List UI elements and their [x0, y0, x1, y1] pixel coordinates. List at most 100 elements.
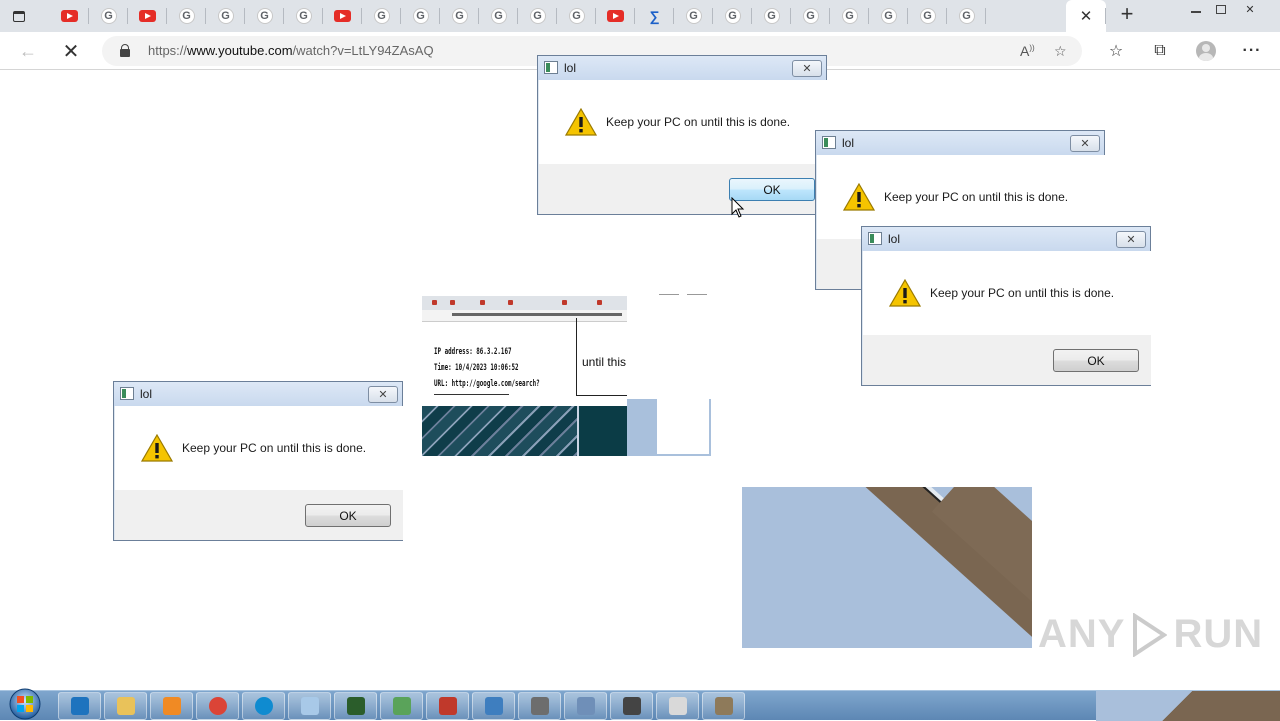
- more-menu-icon[interactable]: ···: [1240, 40, 1264, 62]
- google-icon: G: [958, 8, 975, 24]
- google-icon: G: [373, 8, 390, 24]
- taskbar-network[interactable]: [472, 692, 515, 720]
- tab-youtube[interactable]: [50, 0, 89, 32]
- message-box[interactable]: lol ✕ Keep your PC on until this is done…: [537, 55, 827, 215]
- glitch-wallpaper-fragment: [742, 487, 1032, 648]
- taskbar-app-red[interactable]: [426, 692, 469, 720]
- tab-google[interactable]: G: [947, 0, 986, 32]
- google-icon: G: [568, 8, 585, 24]
- dialog-message: Keep your PC on until this is done.: [182, 441, 367, 455]
- tab-google[interactable]: G: [557, 0, 596, 32]
- taskbar-file-explorer[interactable]: [104, 692, 147, 720]
- add-favorite-icon[interactable]: ☆: [1054, 43, 1067, 60]
- mouse-cursor-icon: [731, 197, 745, 218]
- tab-google[interactable]: G: [674, 0, 713, 32]
- tab-google[interactable]: G: [362, 0, 401, 32]
- tab-active[interactable]: ✕: [1066, 0, 1106, 32]
- taskbar-chrome[interactable]: [196, 692, 239, 720]
- tab-google[interactable]: G: [479, 0, 518, 32]
- close-button[interactable]: ✕: [368, 386, 398, 403]
- url-text[interactable]: https://www.youtube.com/watch?v=LtLY94ZA…: [148, 43, 434, 58]
- tab-youtube[interactable]: [323, 0, 362, 32]
- dialog-title: lol: [564, 61, 577, 75]
- google-icon: G: [880, 8, 897, 24]
- stop-loading-icon[interactable]: ✕: [58, 38, 84, 64]
- taskbar-tool[interactable]: [380, 692, 423, 720]
- google-icon: G: [724, 8, 741, 24]
- dialog-title: lol: [140, 387, 153, 401]
- warning-icon: [843, 183, 875, 211]
- tab-google[interactable]: G: [89, 0, 128, 32]
- taskbar-file[interactable]: [656, 692, 699, 720]
- start-button-icon[interactable]: [6, 687, 44, 721]
- tab-google[interactable]: G: [401, 0, 440, 32]
- tab-google[interactable]: G: [791, 0, 830, 32]
- ok-button[interactable]: OK: [305, 504, 391, 527]
- tab-google[interactable]: G: [713, 0, 752, 32]
- tab-google[interactable]: G: [245, 0, 284, 32]
- close-button[interactable]: ✕: [792, 60, 822, 77]
- dialog-title-bar[interactable]: lol ✕: [114, 382, 402, 406]
- tab-list: G G G G G G G G G G G ∑ G G G G G G G G: [50, 0, 986, 32]
- taskbar-edge[interactable]: [242, 692, 285, 720]
- chrome-icon: [208, 697, 227, 715]
- tab-google[interactable]: G: [830, 0, 869, 32]
- dialog-title-bar[interactable]: lol ✕: [538, 56, 826, 80]
- close-button[interactable]: ✕: [1116, 231, 1146, 248]
- tab-youtube[interactable]: [128, 0, 167, 32]
- taskbar-mouse[interactable]: [518, 692, 561, 720]
- google-icon: G: [919, 8, 936, 24]
- ok-button[interactable]: OK: [1053, 349, 1139, 372]
- tab-microsoft[interactable]: ∑: [635, 0, 674, 32]
- google-icon: G: [100, 8, 117, 24]
- close-button[interactable]: ✕: [1070, 135, 1100, 152]
- taskbar-notepad[interactable]: [288, 692, 331, 720]
- tab-google[interactable]: G: [206, 0, 245, 32]
- google-icon: G: [490, 8, 507, 24]
- taskbar: [0, 687, 1280, 721]
- document-icon: [576, 697, 595, 715]
- close-tab-icon[interactable]: ✕: [1080, 7, 1093, 25]
- back-arrow-icon[interactable]: ←: [15, 38, 41, 64]
- play-icon: [1133, 612, 1168, 657]
- dialog-title-bar[interactable]: lol ✕: [862, 227, 1150, 251]
- glitch-text: until this: [582, 355, 627, 369]
- message-box[interactable]: lol ✕ Keep your PC on until this is done…: [861, 226, 1151, 386]
- tab-google[interactable]: G: [908, 0, 947, 32]
- tab-google[interactable]: G: [752, 0, 791, 32]
- google-icon: G: [685, 8, 702, 24]
- tab-google[interactable]: G: [284, 0, 323, 32]
- taskbar-terminal[interactable]: [334, 692, 377, 720]
- tab-youtube[interactable]: [596, 0, 635, 32]
- tab-google[interactable]: G: [869, 0, 908, 32]
- file-explorer-icon: [116, 697, 135, 715]
- new-tab-button[interactable]: +: [1116, 3, 1138, 27]
- network-icon: [484, 697, 503, 715]
- taskbar-calculator[interactable]: [610, 692, 653, 720]
- tab-google[interactable]: G: [518, 0, 557, 32]
- profile-avatar[interactable]: [1194, 40, 1218, 62]
- lock-icon[interactable]: [120, 44, 130, 57]
- read-aloud-icon[interactable]: A)): [1020, 43, 1035, 59]
- restore-button[interactable]: [1208, 0, 1234, 18]
- tab-google[interactable]: G: [167, 0, 206, 32]
- tab-google[interactable]: G: [440, 0, 479, 32]
- taskbar-media-player[interactable]: [150, 692, 193, 720]
- dialog-title-bar[interactable]: lol ✕: [816, 131, 1104, 155]
- google-icon: G: [802, 8, 819, 24]
- google-icon: G: [295, 8, 312, 24]
- favorites-icon[interactable]: ☆: [1104, 40, 1128, 62]
- minimize-button[interactable]: [1183, 0, 1209, 18]
- taskbar-image[interactable]: [702, 692, 745, 720]
- google-icon: G: [763, 8, 780, 24]
- image-icon: [714, 697, 733, 715]
- taskbar-document[interactable]: [564, 692, 607, 720]
- message-box[interactable]: lol ✕ Keep your PC on until this is done…: [113, 381, 403, 541]
- collections-icon[interactable]: ⧉: [1148, 40, 1172, 62]
- taskbar-internet-explorer[interactable]: [58, 692, 101, 720]
- dialog-title: lol: [842, 136, 855, 150]
- glitch-fragment: [627, 399, 711, 456]
- youtube-icon: [61, 10, 78, 22]
- close-window-icon[interactable]: ✕: [1233, 0, 1267, 18]
- tab-actions-menu-icon[interactable]: [8, 6, 30, 26]
